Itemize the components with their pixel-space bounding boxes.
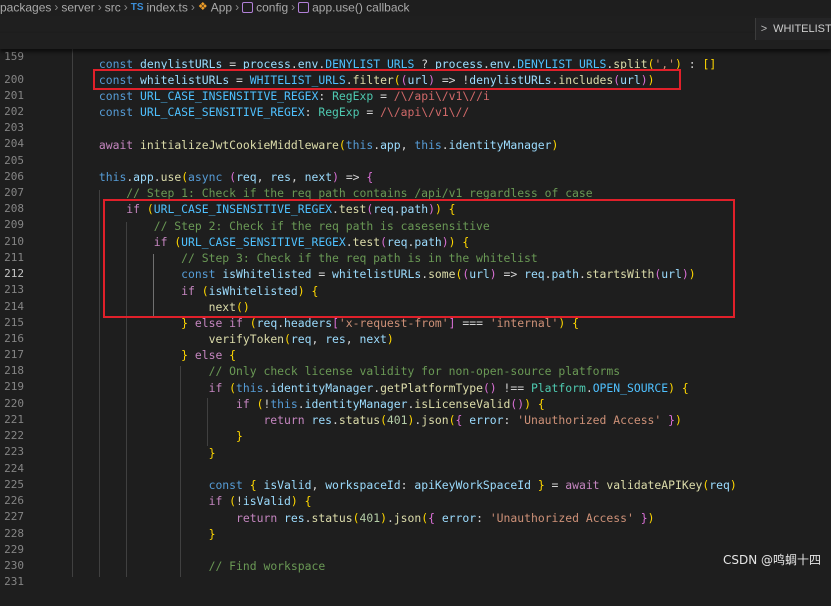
code-text: return res.status(401).json({ error: 'Un… [263,413,682,427]
code-text: // Step 2: Check if the req path is case… [153,219,490,233]
peek-tab-label: WHITELIST_ [773,23,831,35]
breadcrumb-item-class[interactable]: App [211,0,232,14]
code-line[interactable]: 207 this.app.use(async (req, res, next) … [0,169,831,199]
code-line[interactable]: 228 return res.status(401).json({ error:… [0,510,831,540]
code-line[interactable]: 215 next() [0,299,831,329]
code-line[interactable]: 214 if (isWhitelisted) { [0,283,831,313]
code-text: const whitelistURLs = WHITELIST_URLS.fil… [98,73,655,87]
code-line[interactable]: 222 return res.status(401).json({ error:… [0,412,831,442]
code-text: const isWhitelisted = whitelistURLs.some… [181,267,696,281]
code-text: this.app.use(async (req, res, next) => { [98,170,374,184]
code-line-active[interactable]: 212 // Step 3: Check if the req path is … [0,250,831,280]
sticky-scroll-line [0,16,831,32]
code-line[interactable]: 213 const isWhitelisted = whitelistURLs.… [0,266,831,296]
code-text: const { isValid, workspaceId: apiKeyWork… [208,478,737,492]
code-line[interactable]: 203 const URL_CASE_SENSITIVE_REGEX: RegE… [0,104,831,134]
code-line[interactable]: 225 [0,461,831,491]
code-text: next() [208,300,250,314]
code-text: // Find workspace [208,559,326,573]
chevron-right-icon: › [123,0,128,15]
code-text: if (isWhitelisted) { [181,284,319,298]
chevron-right-icon: › [291,0,296,15]
line-number: 231 [4,575,24,588]
chevron-right-icon: › [54,0,59,15]
code-line[interactable]: 223 } [0,428,831,458]
method-symbol-icon [242,2,254,14]
code-line[interactable]: 210 // Step 2: Check if the req path is … [0,218,831,248]
code-line[interactable]: 226 const { isValid, workspaceId: apiKey… [0,477,831,507]
indent-guide [126,222,127,577]
chevron-right-icon: › [235,0,240,15]
code-text: const URL_CASE_SENSITIVE_REGEX: RegExp =… [98,105,470,119]
code-text: await initializeJwtCookieMiddleware(this… [98,138,559,152]
code-line[interactable]: 200 const denylistURLs = process.env.DEN… [0,56,831,86]
breadcrumb-item-callback[interactable]: app.use() callback [312,0,409,14]
breadcrumb-item-file[interactable]: index.ts [147,0,188,14]
breadcrumb-item-method[interactable]: config [256,0,288,14]
code-text: } [208,527,216,541]
code-line[interactable]: 202 const URL_CASE_INSENSITIVE_REGEX: Re… [0,88,831,118]
indent-guide-active [153,254,154,318]
code-text: // Step 1: Check if the req path contain… [126,186,593,200]
code-line[interactable]: 209 if (URL_CASE_INSENSITIVE_REGEX.test(… [0,201,831,231]
code-text: } else if (req.headers['x-request-from']… [181,316,579,330]
sticky-scroll-line [0,33,831,49]
indent-guide [72,49,73,577]
code-line[interactable]: 221 if (!this.identityManager.isLicenseV… [0,396,831,426]
indent-guide [207,398,208,446]
code-line[interactable]: 217 verifyToken(req, res, next) [0,331,831,361]
code-text: // Step 3: Check if the req path is in t… [181,251,538,265]
chevron-right-icon: › [190,0,195,15]
code-line[interactable]: 211 if (URL_CASE_SENSITIVE_REGEX.test(re… [0,234,831,264]
class-symbol-icon: ❖ [197,1,208,14]
watermark: CSDN @鸣蜩十四 [722,553,821,567]
code-text: if (URL_CASE_INSENSITIVE_REGEX.test(req.… [126,202,456,216]
code-text: const denylistURLs = process.env.DENYLIS… [98,57,717,71]
code-line[interactable]: 201 const whitelistURLs = WHITELIST_URLS… [0,72,831,102]
breadcrumb-item-server[interactable]: server [61,0,94,14]
code-line[interactable]: 220 if (this.identityManager.getPlatform… [0,380,831,410]
code-line[interactable]: 231 // Find workspace [0,558,831,588]
code-text: verifyToken(req, res, next) [208,332,394,346]
code-line[interactable]: 208 // Step 1: Check if the req path con… [0,185,831,215]
code-line[interactable]: 216 } else if (req.headers['x-request-fr… [0,315,831,345]
function-symbol-icon [298,2,310,14]
indent-guide [180,366,181,577]
breadcrumb: packages › server › src › TS index.ts › ❖ App › conf… [0,0,831,16]
code-line[interactable]: 224 } [0,445,831,475]
code-text: if (!isValid) { [208,494,312,508]
indent-guide [99,190,100,577]
typescript-file-icon: TS [130,2,144,14]
code-text: return res.status(401).json({ error: 'Un… [236,511,655,525]
code-line[interactable]: 229 } [0,526,831,556]
code-line[interactable]: 219 // Only check license validity for n… [0,363,831,393]
code-text: const URL_CASE_INSENSITIVE_REGEX: RegExp… [98,89,490,103]
code-text: if (URL_CASE_SENSITIVE_REGEX.test(req.pa… [153,235,470,249]
code-line[interactable]: 218 } else { [0,347,831,377]
code-text: } [208,446,216,460]
chevron-right-icon: › [97,0,102,15]
code-line[interactable]: 230 [0,542,831,572]
code-line[interactable]: 205 await initializeJwtCookieMiddleware(… [0,137,831,167]
code-line[interactable]: 206 [0,153,831,183]
code-text: if (this.identityManager.getPlatformType… [208,381,689,395]
breadcrumb-item-src[interactable]: src [105,0,121,14]
code-text: // Only check license validity for non-o… [208,364,621,378]
breadcrumb-item-packages[interactable]: packages [0,0,51,14]
outline-peek-tab[interactable]: > WHITELIST_ [755,18,831,40]
code-line[interactable]: 204 [0,120,831,150]
code-text: } [236,429,243,443]
code-line[interactable]: 227 if (!isValid) { [0,493,831,523]
chevron-right-icon[interactable]: > [758,18,770,40]
code-text: if (!this.identityManager.isLicenseValid… [236,397,545,411]
